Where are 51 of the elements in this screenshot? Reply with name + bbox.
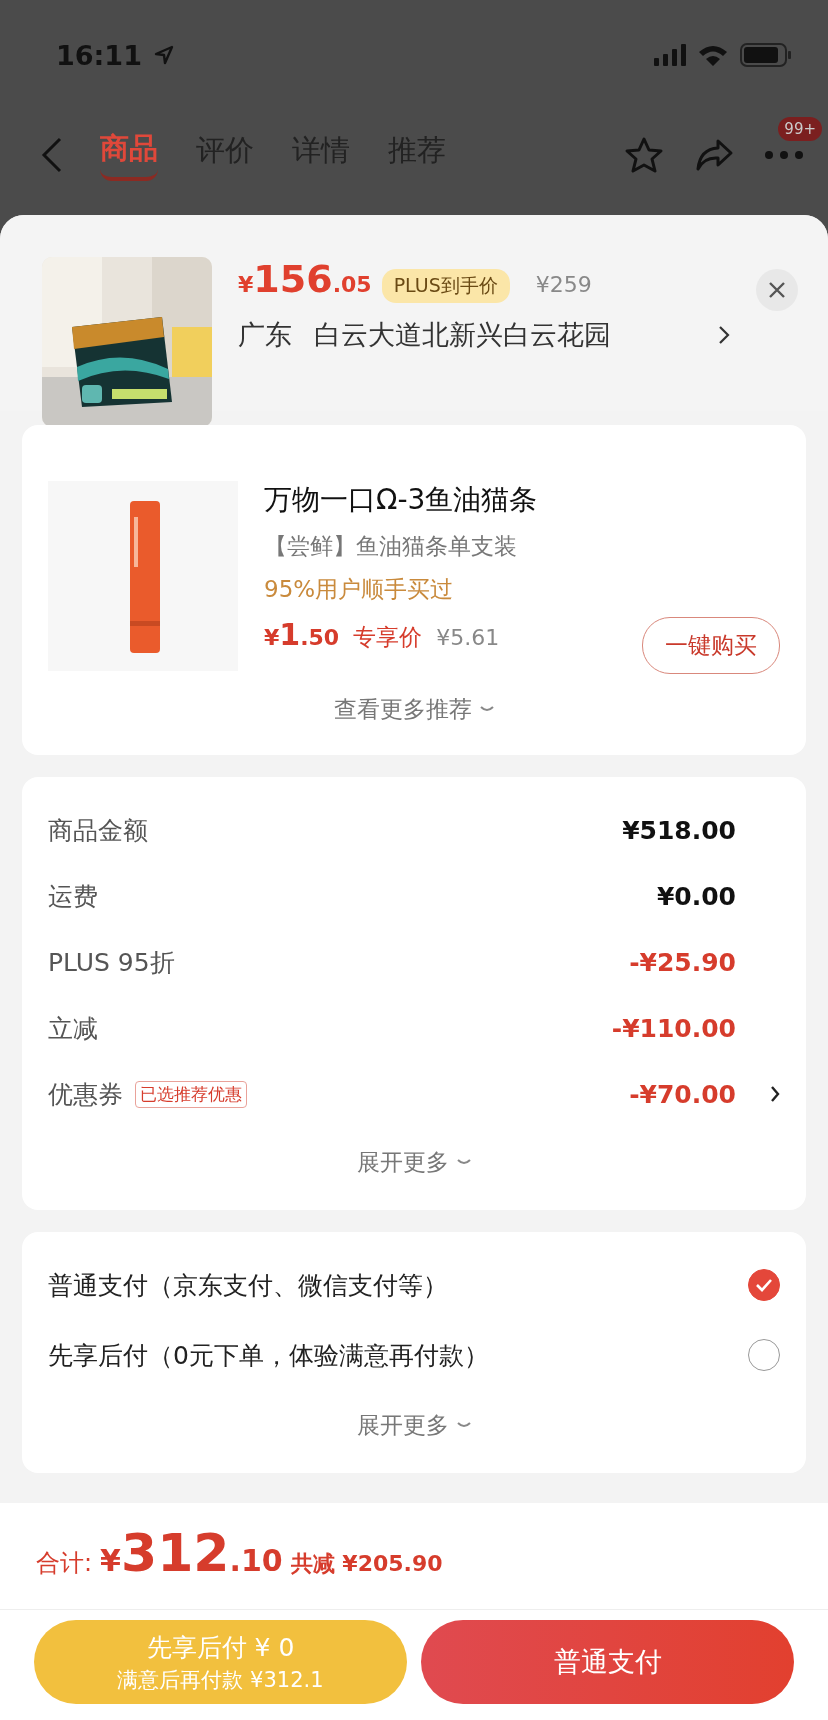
summary-label: 立减 — [48, 1012, 98, 1045]
total-label: 合计: — [36, 1548, 93, 1579]
saved-amount: 共减 ¥205.90 — [290, 1550, 443, 1578]
summary-value: ¥518.00 — [622, 815, 736, 845]
summary-label: 优惠券 — [48, 1078, 123, 1111]
summary-value: ¥0.00 — [656, 881, 736, 911]
original-price: ¥5.61 — [436, 625, 500, 650]
close-icon[interactable] — [768, 281, 786, 299]
location-icon — [153, 45, 174, 65]
battery-icon — [740, 43, 792, 67]
product-subtitle: 【尝鲜】鱼油猫条单支装 — [264, 532, 518, 561]
pay-button[interactable]: 普通支付 — [421, 1620, 794, 1704]
signal-icon — [654, 44, 686, 66]
expand-link[interactable]: 展开更多 — [357, 1410, 449, 1441]
back-icon[interactable] — [40, 137, 64, 173]
summary-label: 商品金额 — [48, 814, 148, 847]
chevron-down-icon[interactable] — [480, 705, 494, 714]
check-icon[interactable] — [755, 1278, 773, 1292]
summary-value: -¥110.00 — [611, 1013, 736, 1043]
payment-option[interactable]: 普通支付（京东支付、微信支付等） — [48, 1268, 448, 1302]
chevron-down-icon[interactable] — [457, 1421, 471, 1430]
chevron-down-icon[interactable] — [457, 1158, 471, 1167]
summary-label: 运费 — [48, 880, 98, 913]
address-region[interactable]: 广东 — [238, 317, 292, 353]
expand-link[interactable]: 展开更多 — [357, 1147, 449, 1178]
summary-value: -¥70.00 — [629, 1079, 736, 1109]
original-price: ¥259 — [535, 272, 592, 297]
chevron-right-icon[interactable] — [718, 325, 730, 345]
summary-label: PLUS 95折 — [48, 946, 175, 979]
more-link[interactable]: 查看更多推荐 — [334, 694, 472, 725]
exclusive-price: ¥1.50 — [264, 617, 340, 652]
chevron-right-icon[interactable] — [770, 1085, 780, 1103]
product-title: 万物一口Ω-3鱼油猫条 — [264, 482, 539, 518]
sale-price: ¥156.05 — [238, 257, 372, 301]
wifi-icon — [698, 44, 728, 66]
notification-badge: 99+ — [778, 117, 822, 141]
price-label: 专享价 — [353, 623, 423, 652]
summary-value: -¥25.90 — [629, 947, 736, 977]
close-button[interactable] — [756, 269, 798, 311]
total-price: ¥312.10 — [100, 1523, 283, 1583]
payment-option[interactable]: 先享后付（0元下单，体验满意再付款） — [48, 1338, 489, 1372]
address-text[interactable]: 白云大道北新兴白云花园 — [314, 317, 611, 353]
buy-button[interactable]: 一键购买 — [642, 617, 780, 674]
share-icon[interactable] — [694, 138, 734, 172]
status-time: 16:11 — [56, 39, 142, 71]
purchase-stat: 95%用户顺手买过 — [264, 575, 455, 604]
coupon-tag: 已选推荐优惠 — [135, 1080, 247, 1108]
plus-price-tag: PLUS到手价 — [381, 269, 510, 303]
radio-button[interactable] — [748, 1269, 780, 1301]
more-icon[interactable] — [764, 150, 804, 160]
star-icon[interactable] — [624, 136, 664, 174]
